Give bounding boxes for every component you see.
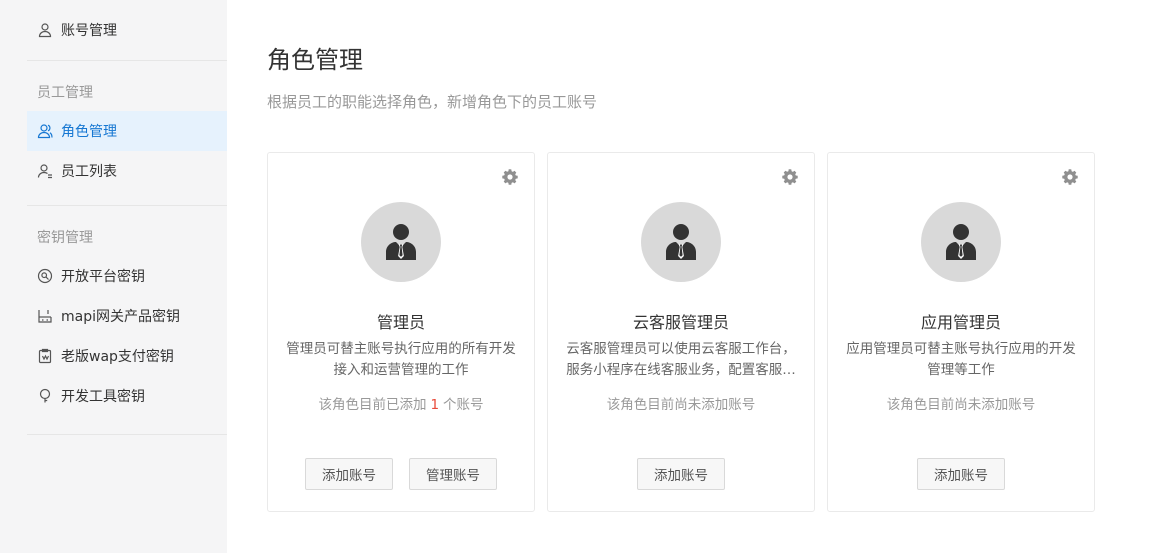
key-search-icon xyxy=(37,268,53,284)
sidebar-item-label: 老版wap支付密钥 xyxy=(61,349,174,365)
users-icon xyxy=(37,123,53,139)
sidebar-divider xyxy=(27,60,227,61)
sidebar-item-label: 账号管理 xyxy=(61,23,117,39)
gateway-icon xyxy=(37,308,53,324)
sidebar-item-label: 员工列表 xyxy=(61,164,117,180)
add-account-button[interactable]: 添加账号 xyxy=(305,458,393,490)
user-list-icon xyxy=(37,163,53,179)
role-description: 管理员可替主账号执行应用的所有开发接入和运营管理的工作 xyxy=(286,341,516,378)
gear-icon[interactable] xyxy=(1061,168,1079,186)
sidebar-item-account[interactable]: 账号管理 xyxy=(27,10,227,50)
count-suffix: 个账号 xyxy=(443,397,484,413)
avatar xyxy=(641,202,721,282)
person-icon xyxy=(386,224,416,260)
main-content: 角色管理 根据员工的职能选择角色，新增角色下的员工账号 管理员 管理员可替主账号… xyxy=(227,0,1149,553)
page-title: 角色管理 xyxy=(267,46,363,74)
sidebar-divider xyxy=(27,205,227,206)
clipboard-icon xyxy=(37,348,53,364)
add-account-button[interactable]: 添加账号 xyxy=(637,458,725,490)
role-name: 应用管理员 xyxy=(920,313,1001,332)
sidebar-item-wap-key[interactable]: 老版wap支付密钥 xyxy=(27,336,227,376)
sidebar-item-devtool-key[interactable]: 开发工具密钥 xyxy=(27,376,227,416)
sidebar-item-label: 开发工具密钥 xyxy=(61,389,145,405)
user-icon xyxy=(37,22,53,38)
count-number: 1 xyxy=(430,397,440,413)
add-account-button[interactable]: 添加账号 xyxy=(917,458,1005,490)
sidebar: 账号管理 员工管理 角色管理 员工列表 密钥管理 开放平台密钥 mapi网关产品… xyxy=(0,0,227,553)
person-icon xyxy=(666,224,696,260)
sidebar-item-mapi-key[interactable]: mapi网关产品密钥 xyxy=(27,296,227,336)
role-card-app-admin: 应用管理员 应用管理员可替主账号执行应用的开发管理等工作 该角色目前尚未添加账号… xyxy=(827,152,1095,512)
bulb-icon xyxy=(37,388,53,404)
manage-account-button[interactable]: 管理账号 xyxy=(409,458,497,490)
role-card-admin: 管理员 管理员可替主账号执行应用的所有开发接入和运营管理的工作 该角色目前已添加… xyxy=(267,152,535,512)
avatar xyxy=(921,202,1001,282)
role-description: 云客服管理员可以使用云客服工作台，服务小程序在线客服业务，配置客服相关设置 xyxy=(566,341,796,378)
sidebar-item-roles[interactable]: 角色管理 xyxy=(27,111,227,151)
sidebar-item-label: mapi网关产品密钥 xyxy=(61,309,180,325)
gear-icon[interactable] xyxy=(781,168,799,186)
avatar xyxy=(361,202,441,282)
person-icon xyxy=(946,224,976,260)
role-name: 云客服管理员 xyxy=(632,313,729,332)
role-account-count: 该角色目前已添加 1 个账号 xyxy=(268,393,534,413)
gear-icon[interactable] xyxy=(501,168,519,186)
group-title-keys: 密钥管理 xyxy=(37,230,93,246)
sidebar-item-open-platform-key[interactable]: 开放平台密钥 xyxy=(27,256,227,296)
count-prefix: 该角色目前已添加 xyxy=(318,397,427,413)
page-description: 根据员工的职能选择角色，新增角色下的员工账号 xyxy=(267,93,598,111)
sidebar-item-label: 开放平台密钥 xyxy=(61,269,145,285)
role-account-count: 该角色目前尚未添加账号 xyxy=(886,397,1036,413)
sidebar-item-staff-list[interactable]: 员工列表 xyxy=(27,151,227,191)
role-account-count: 该角色目前尚未添加账号 xyxy=(606,397,756,413)
role-description: 应用管理员可替主账号执行应用的开发管理等工作 xyxy=(846,341,1076,378)
role-name: 管理员 xyxy=(376,313,425,332)
sidebar-item-label: 角色管理 xyxy=(61,124,117,140)
group-title-staff: 员工管理 xyxy=(37,85,93,101)
role-card-cs-admin: 云客服管理员 云客服管理员可以使用云客服工作台，服务小程序在线客服业务，配置客服… xyxy=(547,152,815,512)
sidebar-divider xyxy=(27,434,227,435)
